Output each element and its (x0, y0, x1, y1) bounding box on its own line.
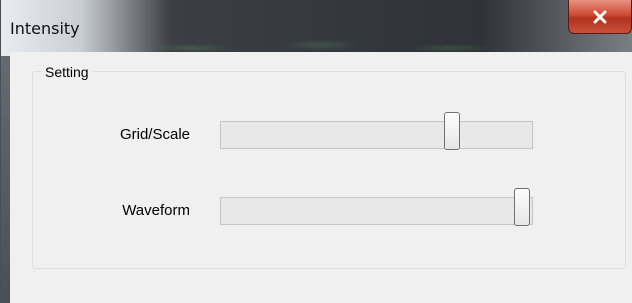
grid-scale-slider-thumb[interactable] (444, 112, 460, 150)
waveform-slider-thumb[interactable] (514, 188, 530, 226)
setting-group-label: Setting (42, 64, 92, 80)
close-icon (592, 10, 608, 24)
intensity-dialog: Intensity Setting Grid/Scale Waveform (0, 0, 632, 303)
close-button[interactable] (568, 0, 632, 34)
setting-groupbox (32, 71, 626, 269)
title-bar[interactable]: Intensity (1, 0, 632, 56)
grid-scale-slider[interactable] (220, 112, 533, 150)
waveform-slider[interactable] (220, 188, 533, 226)
window-title: Intensity (10, 19, 80, 38)
waveform-label: Waveform (122, 202, 190, 219)
grid-scale-label: Grid/Scale (119, 126, 190, 143)
dialog-client-area: Setting Grid/Scale Waveform (10, 52, 632, 303)
